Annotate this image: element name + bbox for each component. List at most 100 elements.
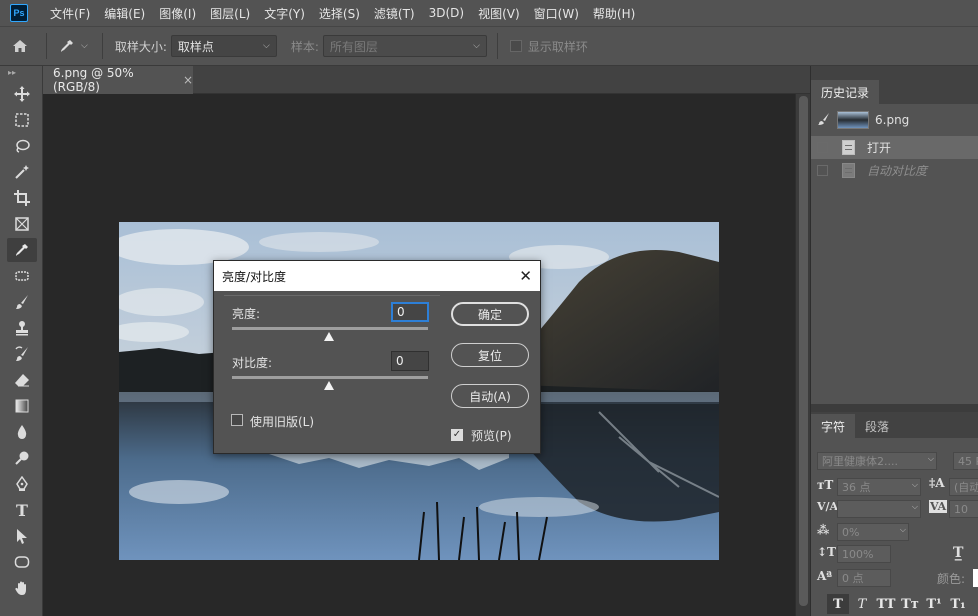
font-size-value: 36 点 [842, 481, 871, 494]
options-bar: ⌵ 取样大小: 取样点 ⌵ 样本: 所有图层 ⌵ 显示取样环 [0, 26, 978, 66]
move-icon[interactable] [7, 82, 37, 106]
magic-wand-icon[interactable] [7, 160, 37, 184]
menu-filter[interactable]: 滤镜(T) [374, 5, 415, 22]
tab-paragraph[interactable]: 段落 [855, 414, 899, 438]
menu-image[interactable]: 图像(I) [159, 5, 196, 22]
brightness-slider-thumb[interactable] [324, 332, 334, 341]
faux-italic-button[interactable]: T [851, 594, 873, 614]
dialog-title: 亮度/对比度 [222, 269, 287, 284]
dialog-titlebar[interactable]: 亮度/对比度 ✕ [214, 261, 540, 291]
menu-window[interactable]: 窗口(W) [534, 5, 579, 22]
snapshot-name: 6.png [875, 113, 910, 127]
tracking-field[interactable]: 10 [949, 500, 978, 518]
menu-bar: Ps 文件(F) 编辑(E) 图像(I) 图层(L) 文字(Y) 选择(S) 滤… [0, 0, 978, 26]
font-style-select[interactable]: 45 R [953, 452, 978, 470]
gradient-icon[interactable] [7, 394, 37, 418]
character-panel-tabs: 字符 段落 [811, 412, 978, 438]
tab-character[interactable]: 字符 [811, 414, 856, 438]
kerning-field[interactable]: ⌵ [837, 500, 921, 518]
baseline-shift-field[interactable]: 0 点 [837, 569, 891, 587]
superscript-button[interactable]: T¹ [923, 594, 945, 614]
chevron-down-icon: ⌵ [911, 502, 918, 511]
eraser-icon[interactable] [7, 368, 37, 392]
stamp-icon[interactable] [7, 316, 37, 340]
eyedropper-icon[interactable]: ⌵ [59, 38, 88, 54]
pen-icon[interactable] [7, 472, 37, 496]
tracking-value: 10 [954, 502, 968, 516]
tracking-icon: VA [929, 500, 948, 513]
sample-select[interactable]: 所有图层 ⌵ [322, 35, 487, 57]
contrast-slider-track[interactable] [232, 376, 428, 379]
auto-button[interactable]: 自动(A) [451, 384, 529, 408]
reset-button[interactable]: 复位 [451, 343, 529, 367]
hand-icon[interactable] [7, 576, 37, 600]
history-checkbox[interactable] [817, 165, 828, 176]
menu-select[interactable]: 选择(S) [319, 5, 360, 22]
marquee-icon[interactable] [7, 108, 37, 132]
history-brush-source-icon[interactable] [817, 112, 831, 129]
history-snapshot[interactable]: 6.png [811, 104, 978, 136]
document-tab-title: 6.png @ 50%(RGB/8) [53, 66, 134, 94]
tsume-field[interactable]: 0% ⌵ [837, 523, 909, 541]
subscript-button[interactable]: T₁ [947, 594, 969, 614]
shape-icon[interactable] [7, 550, 37, 574]
collapse-icon[interactable]: ▸▸ [0, 66, 42, 80]
path-select-icon[interactable] [7, 524, 37, 548]
font-size-field[interactable]: 36 点 ⌵ [837, 478, 921, 496]
preview-label: 预览(P) [471, 429, 512, 443]
lasso-icon[interactable] [7, 134, 37, 158]
brightness-value: 0 [397, 305, 405, 319]
text-color-swatch[interactable] [973, 569, 978, 587]
menu-3d[interactable]: 3D(D) [429, 6, 464, 20]
brightness-contrast-dialog: 亮度/对比度 ✕ 亮度: 0 对比度: 0 使用旧版(L) 确定 复位 自动(A… [213, 260, 541, 454]
small-caps-button[interactable]: Tт [899, 594, 921, 614]
menu-layer[interactable]: 图层(L) [210, 5, 250, 22]
blur-icon[interactable] [7, 420, 37, 444]
history-item-open[interactable]: 打开 [811, 136, 978, 159]
frame-icon[interactable] [7, 212, 37, 236]
leading-field[interactable]: (自动 [949, 478, 978, 496]
brightness-input[interactable]: 0 [391, 302, 429, 322]
brightness-label: 亮度: [232, 307, 261, 321]
history-item-auto-contrast[interactable]: 自动对比度 [811, 159, 978, 182]
font-family-select[interactable]: 阿里健康体2.... ⌵ [817, 452, 937, 470]
all-caps-button[interactable]: TT [875, 594, 897, 614]
history-state-icon [842, 163, 855, 178]
close-icon[interactable]: × [183, 73, 193, 87]
menu-view[interactable]: 视图(V) [478, 5, 520, 22]
separator [101, 33, 103, 59]
panel-divider[interactable] [811, 404, 978, 412]
vertical-scale-field[interactable]: 100% [837, 545, 891, 563]
sample-size-select[interactable]: 取样点 ⌵ [170, 35, 277, 57]
menu-help[interactable]: 帮助(H) [593, 5, 635, 22]
scrollbar-thumb[interactable] [799, 96, 808, 606]
faux-bold-button[interactable]: T [827, 594, 849, 614]
contrast-slider-thumb[interactable] [324, 381, 334, 390]
brightness-slider-track[interactable] [232, 327, 428, 330]
eyedropper-tool-icon[interactable] [7, 238, 37, 262]
use-legacy-checkbox[interactable] [231, 414, 243, 426]
home-icon[interactable] [0, 39, 40, 53]
ok-button[interactable]: 确定 [451, 302, 529, 326]
healing-icon[interactable] [7, 264, 37, 288]
close-icon[interactable]: ✕ [519, 267, 532, 285]
menu-type[interactable]: 文字(Y) [264, 5, 305, 22]
menu-edit[interactable]: 编辑(E) [104, 5, 145, 22]
tab-history[interactable]: 历史记录 [811, 80, 880, 104]
brush-icon[interactable] [7, 290, 37, 314]
chevron-down-icon: ⌵ [927, 454, 934, 463]
panel-grip[interactable] [811, 66, 978, 78]
preview-checkbox[interactable]: ✓ [451, 429, 463, 441]
chevron-down-icon: ⌵ [263, 41, 270, 51]
contrast-input[interactable]: 0 [391, 351, 429, 371]
history-checkbox[interactable] [817, 142, 828, 153]
type-icon[interactable]: T [7, 498, 37, 522]
photoshop-logo-icon: Ps [10, 4, 28, 22]
dodge-icon[interactable] [7, 446, 37, 470]
show-ring-checkbox[interactable] [509, 40, 522, 52]
vertical-scrollbar[interactable] [795, 94, 810, 616]
crop-icon[interactable] [7, 186, 37, 210]
menu-file[interactable]: 文件(F) [50, 5, 90, 22]
document-tab[interactable]: 6.png @ 50%(RGB/8) × [43, 66, 193, 94]
history-brush-icon[interactable] [7, 342, 37, 366]
